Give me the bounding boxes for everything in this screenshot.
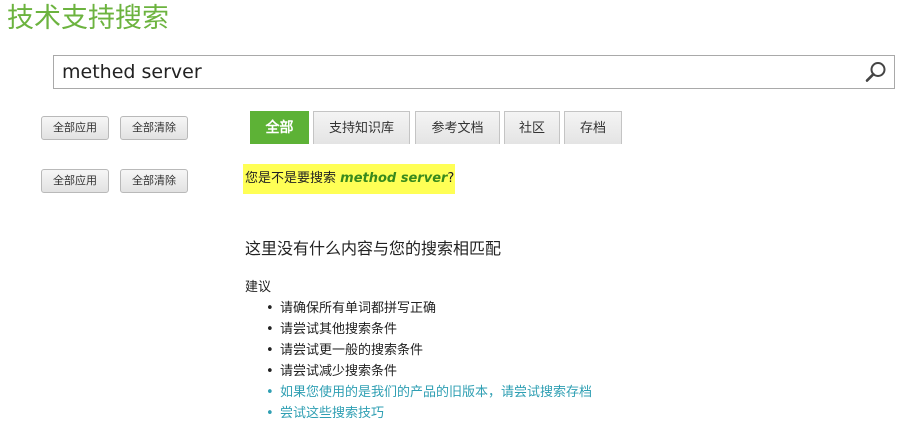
suggestion-item: 请尝试其他搜索条件 [264,319,592,340]
apply-all-button-2[interactable]: 全部应用 [41,169,109,193]
no-results-message: 这里没有什么内容与您的搜索相匹配 [245,239,502,258]
did-you-mean-prefix: 您是不是要搜索 [245,171,337,186]
clear-all-button-2[interactable]: 全部清除 [120,169,188,193]
suggestions-heading: 建议 [245,280,272,295]
did-you-mean-banner: 您是不是要搜索 method server? [243,164,455,194]
suggestions-list: 请确保所有单词都拼写正确 请尝试其他搜索条件 请尝试更一般的搜索条件 请尝试减少… [264,298,592,424]
search-archive-link[interactable]: 如果您使用的是我们的产品的旧版本，请尝试搜索存档 [264,382,592,403]
tab-all[interactable]: 全部 [250,111,309,144]
did-you-mean-suffix: ? [447,171,455,186]
apply-all-button[interactable]: 全部应用 [41,116,109,140]
search-tips-link[interactable]: 尝试这些搜索技巧 [264,403,592,424]
tab-reference-docs[interactable]: 参考文档 [415,111,500,144]
suggestion-item: 请确保所有单词都拼写正确 [264,298,592,319]
suggestion-item: 请尝试更一般的搜索条件 [264,340,592,361]
page-title: 技术支持搜索 [7,3,169,34]
tab-knowledge-base[interactable]: 支持知识库 [313,111,410,144]
search-icon[interactable] [864,60,888,84]
clear-all-button[interactable]: 全部清除 [120,116,188,140]
suggested-term-link[interactable]: method server [340,171,447,186]
search-input[interactable] [54,56,854,88]
tab-community[interactable]: 社区 [504,111,560,144]
suggestion-item: 请尝试减少搜索条件 [264,361,592,382]
search-box [53,55,895,89]
tab-archive[interactable]: 存档 [564,111,622,144]
